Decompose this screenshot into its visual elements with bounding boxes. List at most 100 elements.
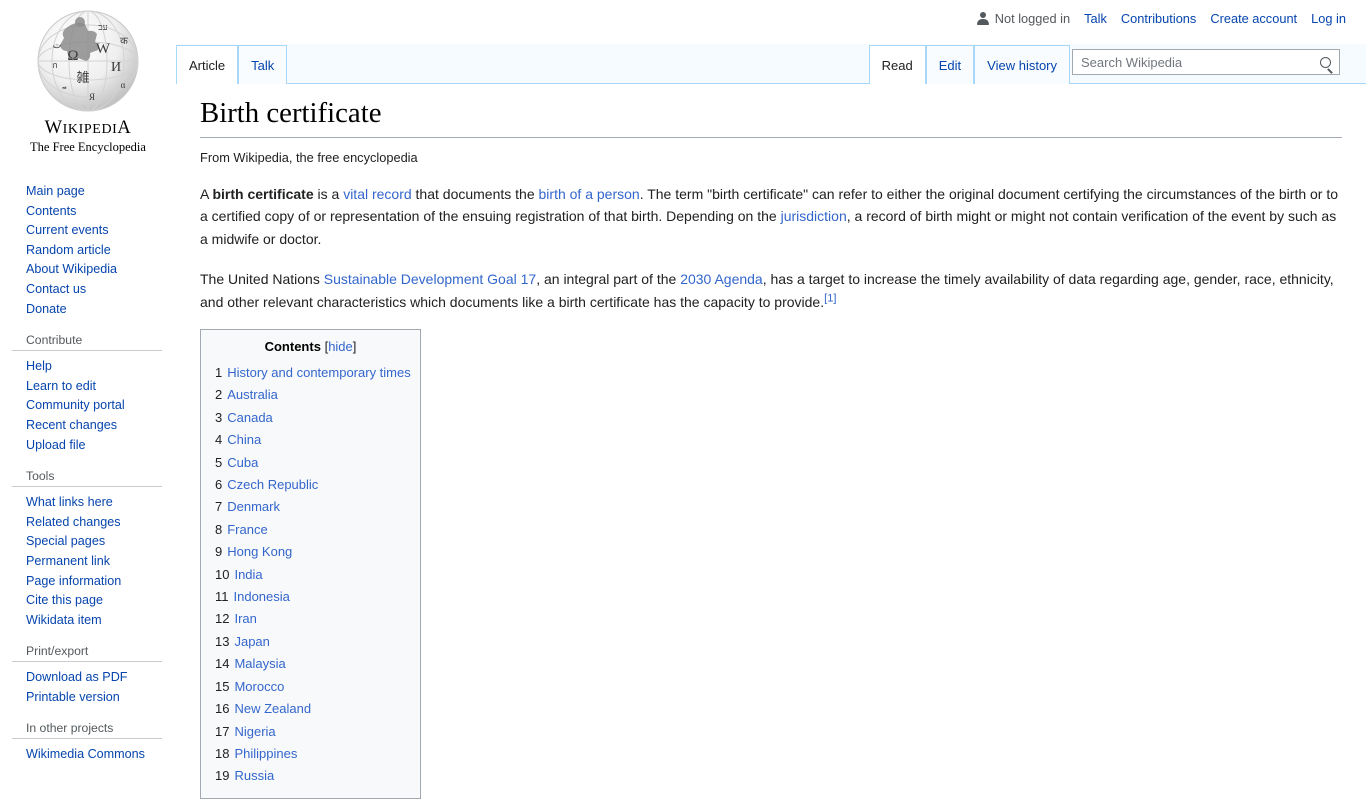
search-button[interactable] <box>1311 50 1339 74</box>
toc-link-nigeria[interactable]: Nigeria <box>234 724 275 739</box>
search-input[interactable] <box>1073 50 1311 74</box>
toc-item[interactable]: 11 Indonesia <box>215 586 406 608</box>
toc-link-new-zealand[interactable]: New Zealand <box>234 701 311 716</box>
sidebar-item-main-page[interactable]: Main page <box>26 182 168 202</box>
toc-number: 7 <box>215 499 223 515</box>
toc-item[interactable]: 12 Iran <box>215 608 406 630</box>
wikipedia-wordmark: WIKIPEDIA <box>44 118 132 138</box>
toc-item[interactable]: 8 France <box>215 519 406 541</box>
sidebar-item-printable-version[interactable]: Printable version <box>26 688 168 708</box>
sidebar-portal-print-export: Print/export Download as PDF Printable v… <box>0 640 176 717</box>
sidebar-item-upload-file[interactable]: Upload file <box>26 436 168 456</box>
toc-item[interactable]: 1 History and contemporary times <box>215 362 411 384</box>
toc-item[interactable]: 17 Nigeria <box>215 721 406 743</box>
toc-link-japan[interactable]: Japan <box>234 634 269 649</box>
sidebar-item-donate[interactable]: Donate <box>26 300 168 320</box>
toc-link-hong-kong[interactable]: Hong Kong <box>227 544 292 559</box>
toc-item[interactable]: 7 Denmark <box>215 496 406 518</box>
toc-link-iran[interactable]: Iran <box>234 611 256 626</box>
toc-item[interactable]: 4 China <box>215 429 406 451</box>
toc-link-australia[interactable]: Australia <box>227 387 278 402</box>
sidebar-item-help[interactable]: Help <box>26 357 168 377</box>
toc-link-india[interactable]: India <box>234 567 262 582</box>
toc-link-denmark[interactable]: Denmark <box>227 499 280 514</box>
toc-item[interactable]: 10 India <box>215 564 406 586</box>
toc-number: 15 <box>215 678 230 694</box>
toc-number: 12 <box>215 611 230 627</box>
link-jurisdiction[interactable]: jurisdiction <box>781 208 847 224</box>
sidebar-item-random-article[interactable]: Random article <box>26 241 168 261</box>
sidebar-item-wikidata-item[interactable]: Wikidata item <box>26 611 168 631</box>
toc-item[interactable]: 5 Cuba <box>215 452 406 474</box>
sidebar-item-page-information[interactable]: Page information <box>26 572 168 592</box>
tab-article[interactable]: Article <box>176 45 239 85</box>
search-icon <box>1319 56 1331 68</box>
sidebar-item-permanent-link[interactable]: Permanent link <box>26 552 168 572</box>
site-subtitle: From Wikipedia, the free encyclopedia <box>200 149 418 165</box>
toc-number: 16 <box>215 701 230 717</box>
sidebar-item-about-wikipedia[interactable]: About Wikipedia <box>26 260 168 280</box>
link-2030-agenda[interactable]: 2030 Agenda <box>680 271 763 287</box>
sidebar-item-recent-changes[interactable]: Recent changes <box>26 416 168 436</box>
toc-list: 1 History and contemporary times 2 Austral… <box>215 362 411 788</box>
sidebar-item-what-links-here[interactable]: What links here <box>26 493 168 513</box>
link-vital-record[interactable]: vital record <box>343 186 411 202</box>
toc-link-czech-republic[interactable]: Czech Republic <box>227 477 318 492</box>
toc-link-malaysia[interactable]: Malaysia <box>234 656 285 671</box>
toc-number: 5 <box>215 454 223 470</box>
sidebar-heading-contribute: Contribute <box>12 329 162 352</box>
sidebar-item-contents[interactable]: Contents <box>26 202 168 222</box>
tab-view-history[interactable]: View history <box>974 45 1070 84</box>
wikipedia-logo[interactable]: Ω W И 雑 क עב ت ก ี Я α WIKIPEDIA The Fre… <box>0 0 176 160</box>
svg-text:עב: עב <box>98 22 107 32</box>
toc-link-philippines[interactable]: Philippines <box>234 746 297 761</box>
toc-item[interactable]: 6 Czech Republic <box>215 474 406 496</box>
link-birth-of-a-person[interactable]: birth of a person <box>539 186 640 202</box>
sidebar-item-learn-to-edit[interactable]: Learn to edit <box>26 377 168 397</box>
toc-item[interactable]: 14 Malaysia <box>215 653 406 675</box>
sidebar-item-wikimedia-commons[interactable]: Wikimedia Commons <box>26 745 168 765</box>
svg-text:क: क <box>120 36 128 47</box>
toc-item[interactable]: 2 Australia <box>215 384 406 406</box>
toc-toggle-hide[interactable]: hide <box>328 339 353 354</box>
toc-title: Contents [hide] <box>215 337 406 362</box>
p2-text-2: , an integral part of the <box>536 271 681 288</box>
toc-link-morocco[interactable]: Morocco <box>234 679 284 694</box>
toc-link-cuba[interactable]: Cuba <box>227 455 258 470</box>
search-form <box>1072 49 1340 75</box>
toc-link-history-and-contemporary-times[interactable]: History and contemporary times <box>227 365 411 380</box>
reference-marker-1[interactable]: [1] <box>824 292 836 304</box>
p1-text-1: A <box>200 185 213 202</box>
reference-link-1[interactable]: [1] <box>824 292 836 304</box>
toc-link-china[interactable]: China <box>227 432 261 447</box>
sidebar-item-download-as-pdf[interactable]: Download as PDF <box>26 668 168 688</box>
content-area: Article Talk Read Edit View history Birt… <box>176 0 1366 799</box>
toc-item[interactable]: 3 Canada <box>215 407 406 429</box>
toc-item[interactable]: 13 Japan <box>215 631 406 653</box>
toc-heading: Contents <box>264 339 321 355</box>
link-sustainable-development-goal-17[interactable]: Sustainable Development Goal 17 <box>324 271 536 287</box>
tab-read[interactable]: Read <box>868 45 926 85</box>
toc-item[interactable]: 15 Morocco <box>215 676 406 698</box>
sidebar-tools-list: What links here Related changes Special … <box>12 489 168 640</box>
tab-edit[interactable]: Edit <box>925 45 975 84</box>
sidebar-navigation-list: Main page Contents Current events Random… <box>12 160 168 329</box>
sidebar-item-related-changes[interactable]: Related changes <box>26 513 168 533</box>
toc-link-indonesia[interactable]: Indonesia <box>234 589 290 604</box>
toc-item[interactable]: 9 Hong Kong <box>215 541 406 563</box>
toc-link-russia[interactable]: Russia <box>234 768 274 783</box>
sidebar-item-special-pages[interactable]: Special pages <box>26 532 168 552</box>
toc-item[interactable]: 18 Philippines <box>215 743 406 765</box>
tab-underline-rule <box>176 83 1366 84</box>
wikipedia-globe-icon: Ω W И 雑 क עב ت ก ี Я α <box>37 10 139 112</box>
sidebar-item-cite-this-page[interactable]: Cite this page <box>26 591 168 611</box>
toc-link-france[interactable]: France <box>227 522 267 537</box>
sidebar-item-contact-us[interactable]: Contact us <box>26 280 168 300</box>
toc-item[interactable]: 16 New Zealand <box>215 698 406 720</box>
sidebar-item-current-events[interactable]: Current events <box>26 221 168 241</box>
toc-item[interactable]: 19 Russia <box>215 765 406 787</box>
sidebar-contribute-list: Help Learn to edit Community portal Rece… <box>12 353 168 465</box>
sidebar-item-community-portal[interactable]: Community portal <box>26 396 168 416</box>
toc-link-canada[interactable]: Canada <box>227 410 273 425</box>
tab-talk[interactable]: Talk <box>238 45 288 84</box>
